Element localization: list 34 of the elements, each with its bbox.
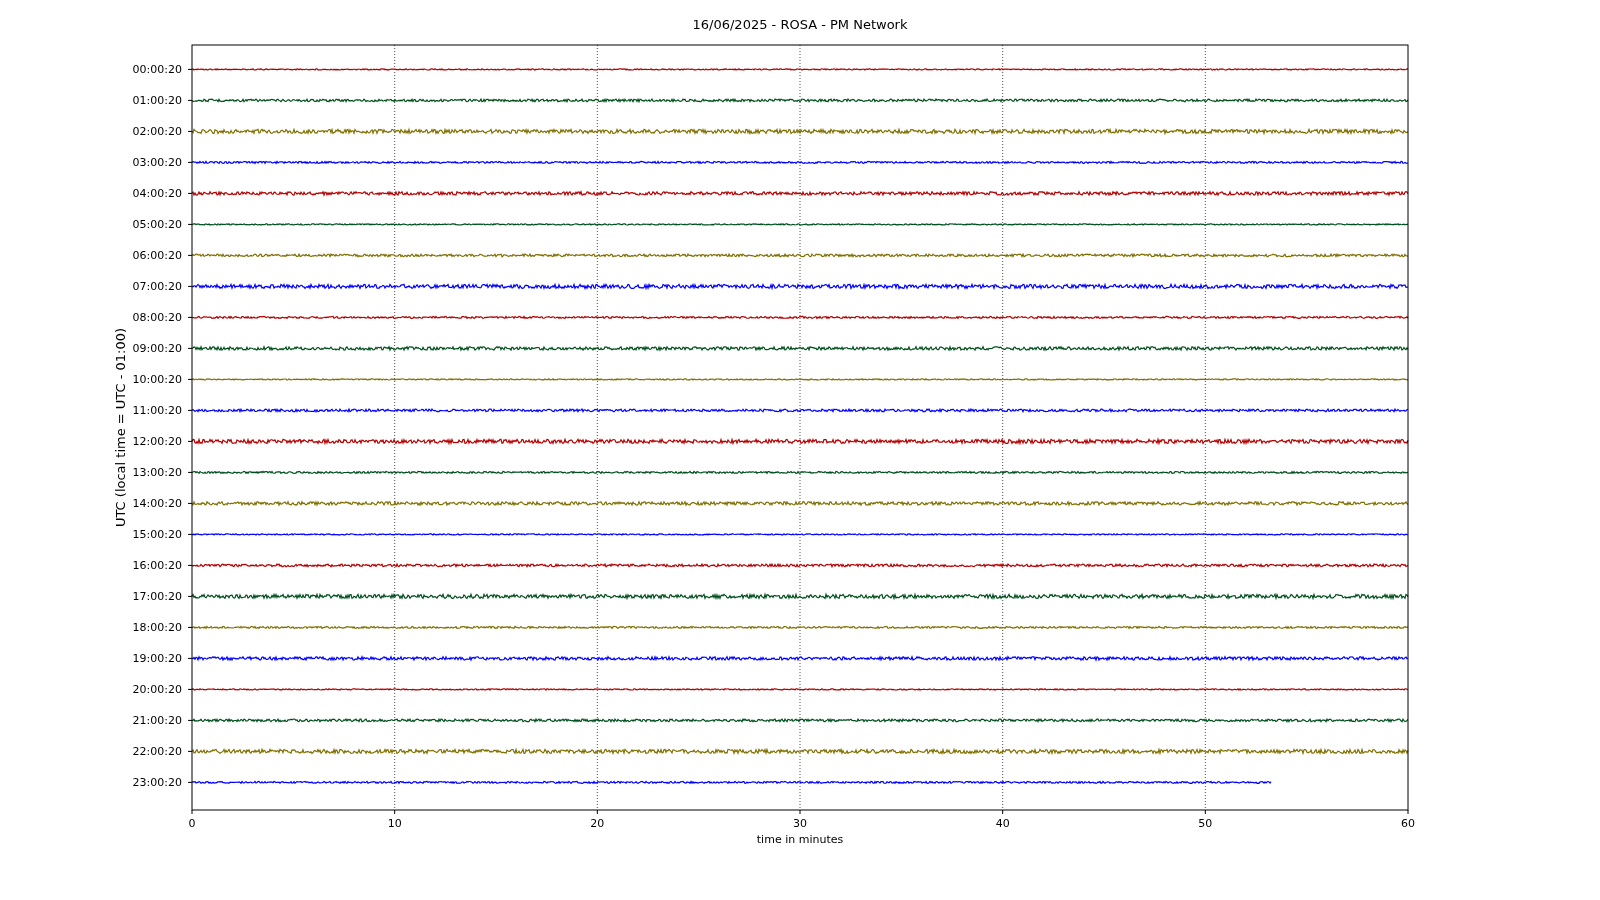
x-tick-label: 60 (1401, 817, 1415, 830)
y-tick-label: 06:00:20 (132, 249, 182, 263)
y-tick-label: 08:00:20 (132, 311, 182, 325)
y-tick-label: 19:00:20 (132, 652, 182, 666)
y-tick-label: 02:00:20 (132, 125, 182, 139)
y-tick-label: 01:00:20 (132, 94, 182, 108)
y-tick-label: 00:00:20 (132, 63, 182, 77)
y-tick-label: 13:00:20 (132, 466, 182, 480)
y-tick-label: 03:00:20 (132, 156, 182, 170)
y-tick-label: 23:00:20 (132, 776, 182, 790)
y-tick-label: 12:00:20 (132, 435, 182, 449)
x-tick-label: 50 (1198, 817, 1213, 830)
y-tick-label: 04:00:20 (132, 187, 182, 201)
y-tick-label: 11:00:20 (132, 404, 182, 418)
chart-title: 16/06/2025 - ROSA - PM Network (692, 17, 908, 32)
x-tick-label: 30 (793, 817, 807, 830)
y-tick-label: 17:00:20 (132, 590, 182, 604)
y-tick-label: 18:00:20 (132, 621, 182, 635)
y-tick-label: 15:00:20 (132, 528, 182, 542)
y-tick-label: 20:00:20 (132, 683, 182, 697)
y-tick-label: 16:00:20 (132, 559, 182, 573)
x-tick-label: 10 (387, 817, 402, 830)
y-tick-label: 10:00:20 (132, 373, 182, 387)
y-tick-label: 21:00:20 (132, 714, 182, 728)
y-tick-label: 07:00:20 (132, 280, 182, 294)
y-tick-label: 05:00:20 (132, 218, 182, 232)
x-axis-label: time in minutes (756, 833, 844, 846)
x-tick-label: 0 (188, 817, 196, 830)
y-tick-label: 22:00:20 (132, 745, 182, 759)
x-tick-label: 40 (995, 817, 1010, 830)
x-tick-label: 20 (590, 817, 605, 830)
y-axis-label: UTC (local time = UTC - 01:00) (113, 327, 128, 528)
y-tick-label: 14:00:20 (132, 497, 182, 511)
y-tick-label: 09:00:20 (132, 342, 182, 356)
